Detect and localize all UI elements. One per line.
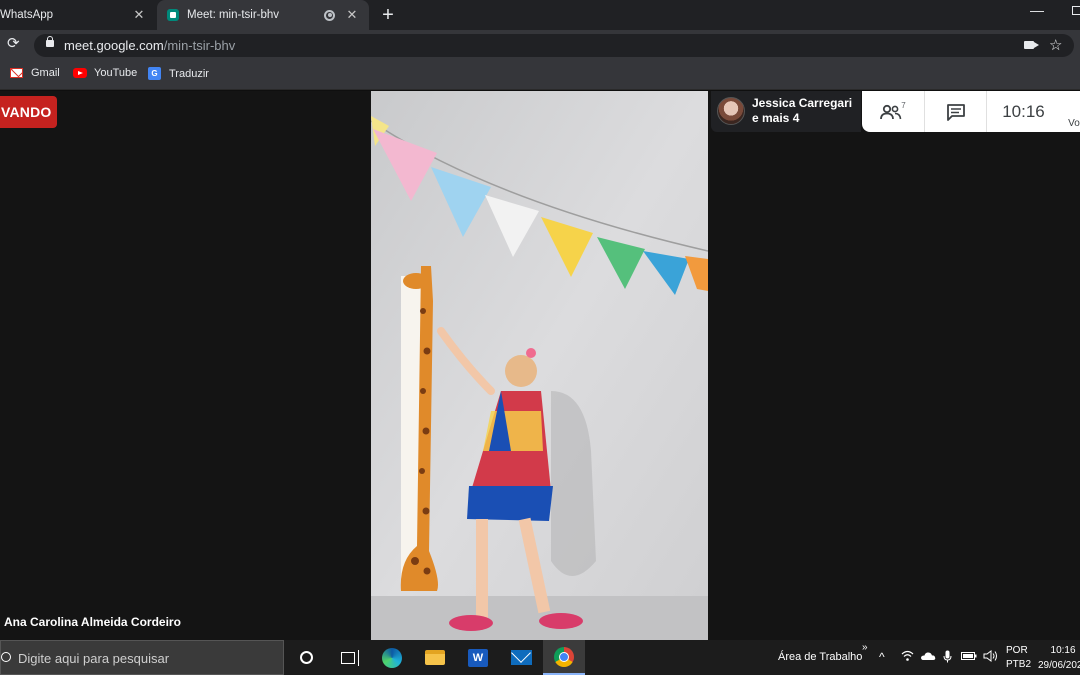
word-app[interactable]: W [457,640,499,675]
participants-count: 7 [901,101,906,110]
minimize-button[interactable]: — [1030,2,1044,18]
chrome-icon [554,646,574,667]
toolbar-expand-icon[interactable]: » [862,642,868,653]
new-tab-button[interactable]: + [378,4,398,27]
participant-video [371,91,708,640]
address-bar[interactable]: meet.google.com/min-tsir-bhv ☆ [34,34,1074,57]
chat-button[interactable] [924,91,986,132]
translate-icon: G [148,67,161,80]
url-domain: meet.google.com [64,38,164,53]
file-explorer-app[interactable] [414,640,456,675]
bookmark-gmail[interactable]: Gmail [10,67,60,79]
url-text[interactable]: meet.google.com/min-tsir-bhv [64,38,235,53]
meeting-clock: 10:16 [986,91,1060,132]
chrome-app[interactable] [543,640,585,675]
bookmark-youtube[interactable]: YouTube [73,67,137,79]
chat-icon [946,103,965,121]
windows-taskbar: Digite aqui para pesquisar W Área de Tra… [0,640,1080,675]
mail-app[interactable] [500,640,542,675]
word-icon: W [468,648,488,667]
search-input[interactable]: Digite aqui para pesquisar [18,651,169,666]
others-count: e mais 4 [752,111,800,125]
show-hidden-icons-chevron-icon[interactable]: ^ [879,650,885,664]
google-meet-icon [167,9,179,21]
camera-permission-icon[interactable] [1024,41,1039,49]
bookmark-traduzir[interactable]: G Traduzir [148,67,209,80]
volume-icon[interactable] [983,650,998,665]
tab-meet[interactable]: Meet: min-tsir-bhv ✕ [157,0,369,30]
reload-icon[interactable]: ⟳ [7,36,23,52]
bookmarks-bar: Gmail YouTube G Traduzir [0,60,1080,90]
bookmark-label: YouTube [94,67,138,79]
bookmark-star-icon[interactable]: ☆ [1049,36,1062,54]
onedrive-cloud-icon[interactable] [920,650,936,664]
search-icon [1,652,11,662]
bookmark-label: Gmail [31,67,60,79]
cortana-icon [299,651,313,664]
presenter-chip-text: Jessica Carregari e mais 4 [752,96,852,126]
video-frame-illustration [371,91,708,640]
microphone-icon[interactable] [943,650,952,666]
wifi-icon[interactable] [901,650,914,665]
presenter-name: Jessica Carregari [752,96,853,110]
close-tab-icon[interactable]: ✕ [343,7,361,23]
battery-icon[interactable] [961,650,977,664]
cortana-button[interactable] [285,640,327,675]
people-button[interactable]: 7 [862,91,924,132]
system-clock[interactable]: 10:16 29/06/2021 [1038,643,1080,673]
browser-tabstrip: WhatsApp ✕ Meet: min-tsir-bhv ✕ + — [0,0,1080,30]
desktop-toolbar-label[interactable]: Área de Trabalho [778,651,862,663]
language-code: POR [1006,645,1028,656]
participant-name-label: Ana Carolina Almeida Cordeiro [4,615,181,629]
system-time: 10:16 [1050,645,1076,656]
recording-indicator-icon [324,9,335,21]
avatar [717,97,745,125]
meet-stage: VANDO Ana Carolina Almeida Cordeiro Jess… [0,91,1080,640]
folder-icon [425,650,445,665]
presenter-chip[interactable]: Jessica Carregari e mais 4 [711,91,861,132]
gmail-icon [10,68,23,78]
task-view-icon [341,649,359,666]
task-view-button[interactable] [327,640,369,675]
edge-icon [382,647,402,668]
restore-button[interactable] [1072,6,1080,15]
url-path: /min-tsir-bhv [163,38,236,53]
tab-whatsapp[interactable]: WhatsApp ✕ [0,0,156,30]
truncated-label: Vo [1068,117,1080,129]
youtube-icon [73,68,87,78]
browser-toolbar: ⟳ meet.google.com/min-tsir-bhv ☆ [0,30,1080,60]
lock-icon [46,36,54,47]
mail-icon [510,650,532,665]
recording-badge: VANDO [0,96,57,128]
system-date: 29/06/2021 [1038,660,1080,671]
people-icon [880,104,902,119]
taskbar-search[interactable]: Digite aqui para pesquisar [0,640,284,675]
meet-top-controls: 7 10:16 Vo [862,91,1080,132]
bookmark-label: Traduzir [169,67,209,80]
tab-title: WhatsApp [0,9,54,21]
language-indicator[interactable]: POR PTB2 [1006,644,1031,672]
keyboard-layout: PTB2 [1006,659,1032,670]
close-tab-icon[interactable]: ✕ [130,7,148,23]
tab-title: Meet: min-tsir-bhv [187,9,280,21]
edge-app[interactable] [371,640,413,675]
screen: WhatsApp ✕ Meet: min-tsir-bhv ✕ + — ⟳ me… [0,0,1080,675]
